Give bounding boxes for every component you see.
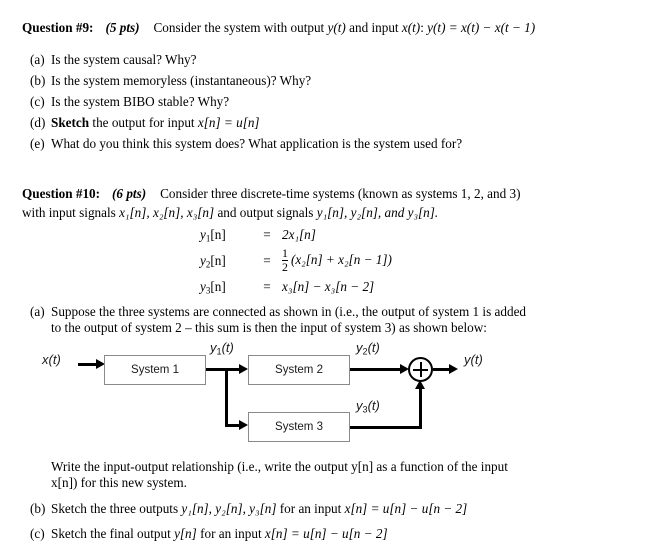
q10-item-c-marker: (c) xyxy=(30,526,45,541)
question-9-points: (5 pts) xyxy=(105,20,140,35)
one-half-fraction: 12 xyxy=(282,246,288,274)
q10-item-c-text-mid: for an input xyxy=(196,526,265,541)
equation-y2: y2[n] = 1 2 (x₂[n] + x₂[n − 1]) xyxy=(200,246,392,276)
equation-y1-equals: = xyxy=(263,227,271,242)
q10-equation-block: y1[n] = 2x₁[n] y2[n] = 1 2 (x₂[n] + x₂[n −… xyxy=(200,224,392,298)
exam-page: Question #9: (5 pts) Consider the system w… xyxy=(0,0,651,554)
equation-y2-rhs: 1 2 (x₂[n] + x₂[n − 1]) xyxy=(282,246,392,274)
wire-y2-to-sum xyxy=(350,368,404,371)
q9-item-c-marker: (c) xyxy=(30,94,45,109)
q10-item-b-marker: (b) xyxy=(30,501,46,516)
diagram-block-system-1-label: System 1 xyxy=(131,364,179,376)
q9-item-a-text: Is the system causal? Why? xyxy=(51,52,197,67)
q10-item-a-line1: Suppose the three systems are connected … xyxy=(51,304,527,319)
prompt-output-symbol: y(t) xyxy=(327,20,346,35)
q10-item-c: (c) Sketch the final output y[n] for an i… xyxy=(30,526,388,542)
q9-item-a: (a) Is the system causal? Why? xyxy=(30,52,197,68)
q10-write-relationship-block: Write the input-output relationship (i.e… xyxy=(30,459,586,491)
q10-item-a-line2: to the output of system 2 – this sum is … xyxy=(51,320,487,335)
q10-item-a-marker: (a) xyxy=(30,304,45,319)
q9-item-a-marker: (a) xyxy=(30,52,45,67)
question-10-intro-line1: Consider three discrete-time systems (kn… xyxy=(160,186,521,201)
equation-y1-rhs: 2x₁[n] xyxy=(282,227,316,242)
q10-item-a-text: Suppose the three systems are connected … xyxy=(51,304,586,336)
question-9-prompt: Consider the system with output y(t) and… xyxy=(153,20,536,35)
diagram-block-system-3-label: System 3 xyxy=(275,421,323,433)
q9-item-d-text: the output for input xyxy=(89,115,198,130)
q10-item-a: (a) Suppose the three systems are connec… xyxy=(30,304,586,336)
prompt-input-symbol: x(t) xyxy=(401,20,421,35)
question-9-equation: y(t) = x(t) − x(t − 1) xyxy=(427,20,536,35)
diagram-output-label: y(t) xyxy=(464,352,483,367)
q9-item-e: (e) What do you think this system does? W… xyxy=(30,136,462,152)
q10-output-signals: y₁[n], y₂[n], and y₃[n]. xyxy=(316,205,439,220)
diagram-signal-y3-label: y3(t) xyxy=(356,398,380,415)
question-10-points: (6 pts) xyxy=(112,186,147,201)
q9-item-b: (b) Is the system memoryless (instantaneo… xyxy=(30,73,311,89)
q9-item-b-text: Is the system memoryless (instantaneous)… xyxy=(51,73,312,88)
q10-write-line2: x[n]) for this new system. xyxy=(51,475,187,490)
arrowhead-y1-system-3 xyxy=(239,420,248,430)
q9-item-d-marker: (d) xyxy=(30,115,46,130)
question-10-label: Question #10: xyxy=(22,186,101,201)
equation-y2-rhs-tail: (x₂[n] + x₂[n − 1]) xyxy=(290,252,392,268)
diagram-signal-y2-label: y2(t) xyxy=(356,340,380,357)
q10-item-c-signal: y[n] xyxy=(174,526,197,541)
equation-y1: y1[n] = 2x₁[n] xyxy=(200,224,392,246)
equation-y3-lhs: y3[n] xyxy=(200,278,226,296)
equation-y3-rhs: x₃[n] − x₃[n − 2] xyxy=(282,279,375,294)
q10-item-b-signals: y₁[n], y₂[n], y₃[n] xyxy=(181,501,277,516)
block-diagram: x(t) System 1 y1(t) System 2 System 3 y2… xyxy=(0,340,651,452)
question-10-intro-line2: with input signals x₁[n], x₂[n], x₃[n] a… xyxy=(22,205,439,220)
equation-y3-equals: = xyxy=(263,279,271,294)
q10-item-b: (b) Sketch the three outputs y₁[n], y₂[n]… xyxy=(30,501,467,517)
q9-item-d-math: x[n] = u[n] xyxy=(197,115,260,130)
diagram-block-system-2-label: System 2 xyxy=(275,364,323,376)
q9-item-b-marker: (b) xyxy=(30,73,46,88)
diagram-block-system-2[interactable]: System 2 xyxy=(248,355,350,385)
q9-item-d-bold-lead: Sketch xyxy=(51,115,90,130)
q9-item-d: (d) Sketch the output for input x[n] = u[… xyxy=(30,115,260,131)
q9-item-e-marker: (e) xyxy=(30,136,45,151)
question-9-label: Question #9: xyxy=(22,20,94,35)
diagram-block-system-3[interactable]: System 3 xyxy=(248,412,350,442)
equation-y2-lhs: y2[n] xyxy=(200,252,226,270)
wire-y1-branch-vertical xyxy=(225,368,228,427)
question-9-heading: Question #9: (5 pts) Consider the system w… xyxy=(22,20,535,36)
q10-item-c-text-pre: Sketch the final output xyxy=(51,526,175,541)
wire-input xyxy=(78,363,98,366)
q9-item-c: (c) Is the system BIBO stable? Why? xyxy=(30,94,229,110)
q10-write-line1: Write the input-output relationship (i.e… xyxy=(51,459,508,474)
q10-item-b-math: x[n] = u[n] − u[n − 2] xyxy=(344,501,468,516)
q10-item-b-text-pre: Sketch the three outputs xyxy=(51,501,182,516)
arrowhead-output xyxy=(449,364,458,374)
q9-item-c-text: Is the system BIBO stable? Why? xyxy=(51,94,230,109)
q10-item-c-math: x[n] = u[n] − u[n − 2] xyxy=(264,526,388,541)
q10-write-relationship-text: Write the input-output relationship (i.e… xyxy=(51,459,586,491)
equation-y1-lhs: y1[n] xyxy=(200,226,226,244)
wire-y3-vertical xyxy=(419,386,422,429)
q10-item-b-text-mid: for an input xyxy=(276,501,345,516)
diagram-input-label: x(t) xyxy=(42,352,61,367)
summing-junction-plus-icon xyxy=(408,357,433,382)
q9-item-e-text: What do you think this system does? What… xyxy=(51,136,463,151)
equation-y3: y3[n] = x₃[n] − x₃[n − 2] xyxy=(200,276,392,298)
diagram-block-system-1[interactable]: System 1 xyxy=(104,355,206,385)
arrowhead-y1-system-2 xyxy=(239,364,248,374)
equation-y2-equals: = xyxy=(263,253,271,268)
q10-input-signals: x₁[n], x₂[n], x₃[n] xyxy=(119,205,215,220)
diagram-signal-y1-label: y1(t) xyxy=(210,340,234,357)
question-10-heading: Question #10: (6 pts) Consider three discr… xyxy=(22,186,521,202)
wire-y3-horizontal xyxy=(350,426,422,429)
